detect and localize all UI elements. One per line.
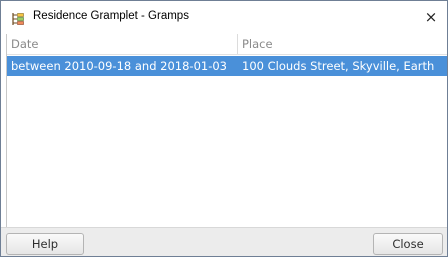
title-bar[interactable]: Residence Gramplet - Gramps ×: [1, 1, 447, 33]
date-cell: between 2010-09-18 and 2018-01-03: [11, 59, 227, 73]
column-header-place[interactable]: Place: [238, 34, 447, 54]
help-button[interactable]: Help: [6, 233, 84, 255]
table-header: Date Place: [7, 34, 447, 55]
column-header-date[interactable]: Date: [7, 34, 238, 54]
residence-table: Date Place between 2010-09-18 and 2018-0…: [6, 34, 447, 227]
close-window-icon[interactable]: ×: [421, 7, 441, 27]
table-row[interactable]: between 2010-09-18 and 2018-01-03 100 Cl…: [7, 56, 447, 76]
window-title: Residence Gramplet - Gramps: [33, 10, 189, 22]
residence-gramplet-window: Residence Gramplet - Gramps × Date Place…: [0, 0, 448, 257]
close-button[interactable]: Close: [373, 233, 443, 255]
button-bar: Help Close: [1, 227, 447, 256]
place-cell: 100 Clouds Street, Skyville, Earth: [242, 59, 435, 73]
gramps-tree-icon: [11, 11, 25, 25]
